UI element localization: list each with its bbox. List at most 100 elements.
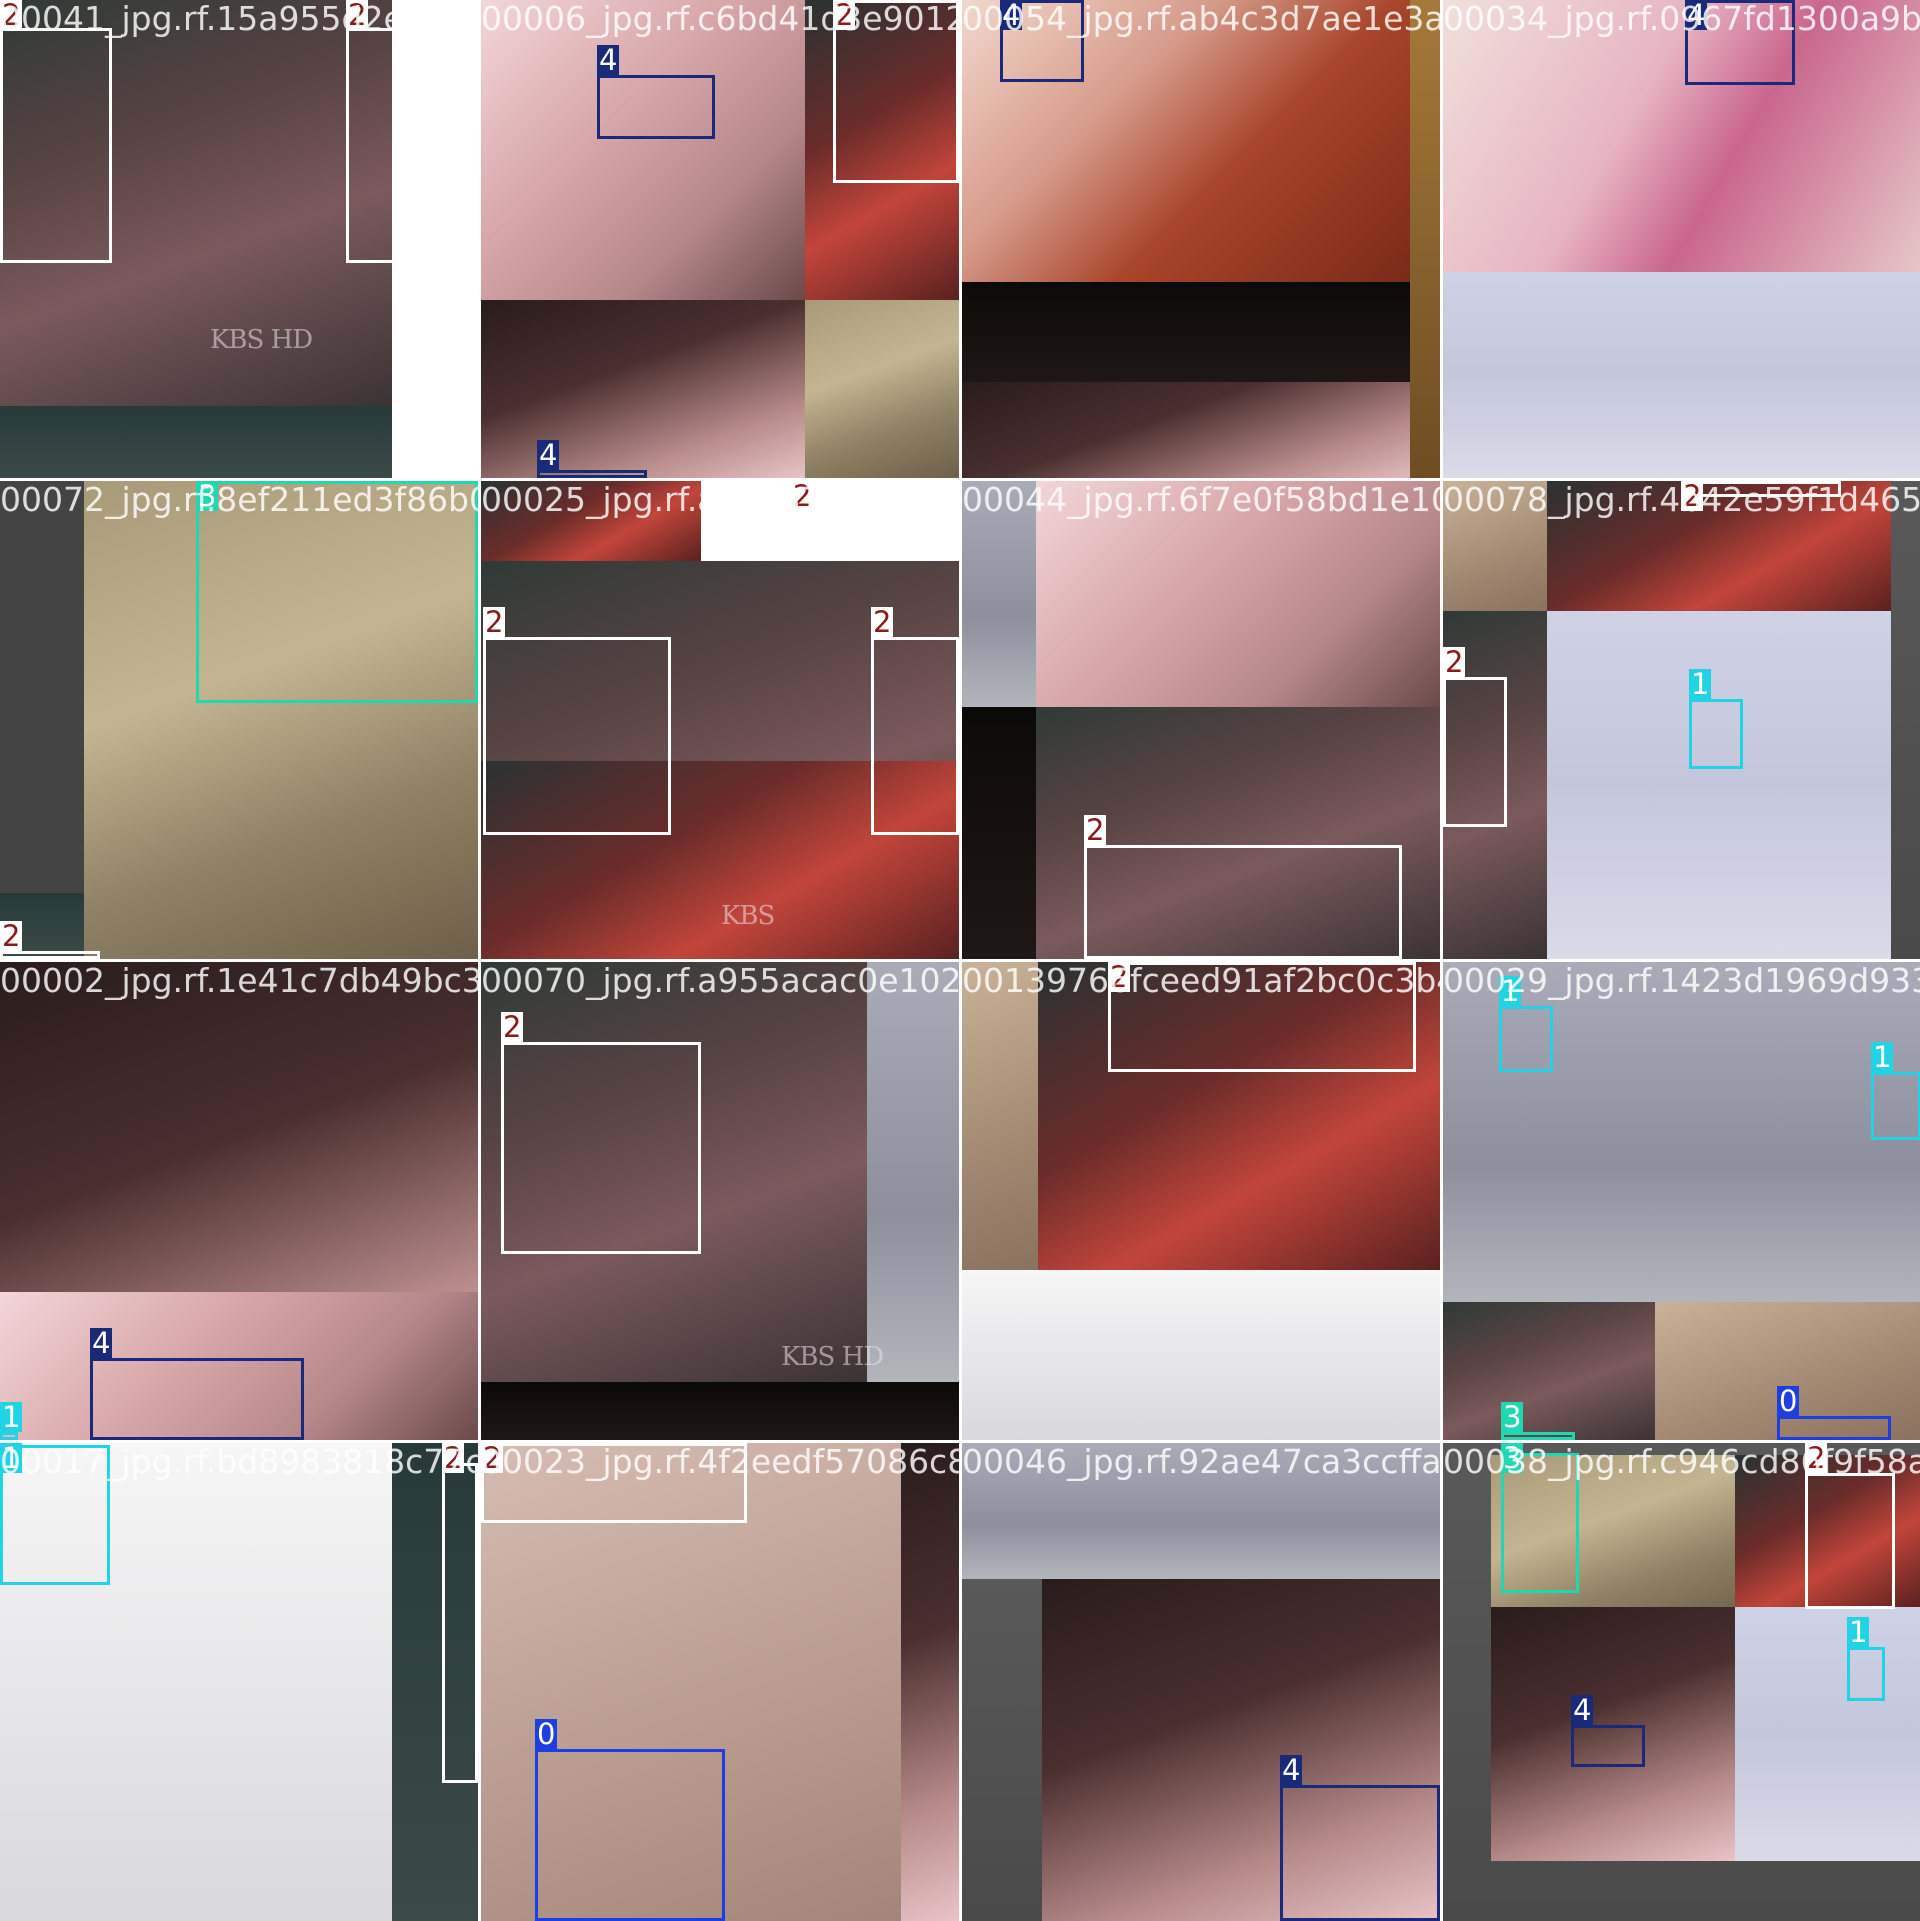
- bounding-box: [442, 1463, 478, 1783]
- bounding-box: [90, 1358, 304, 1440]
- mosaic-tile: KBS HD200070_jpg.rf.a955acac0e1025b01397…: [481, 962, 959, 1440]
- class-label: 3: [1501, 1443, 1524, 1475]
- mosaic-tile: 1200017_jpg.rf.bd8983818c77ca00623186ef4…: [0, 1443, 478, 1921]
- image-region-snow-grey: [867, 962, 959, 1382]
- bounding-box: [1571, 1725, 1645, 1767]
- bounding-box: [501, 1042, 701, 1254]
- image-region-black: [962, 707, 1036, 959]
- mosaic-tile: 200139766fceed91af2bc0c3b4291423d1969: [962, 962, 1440, 1440]
- image-region-coral-red: [481, 481, 701, 561]
- class-label: 0: [1777, 1384, 1800, 1418]
- image-region-orchid: [481, 0, 805, 300]
- bounding-box: [1689, 699, 1743, 769]
- class-label: 4: [537, 438, 560, 472]
- class-label: 2: [1805, 1443, 1828, 1475]
- class-label: 2: [346, 0, 369, 32]
- mosaic-tile: 321400038_jpg.rf.c946cd86f9f58aca5: [1443, 1443, 1920, 1921]
- mosaic-tile: KBS22200025_jpg.rf.a2be379d7ee2d6b0443e7…: [481, 481, 959, 959]
- bounding-box: [1443, 677, 1507, 827]
- image-region-snow-grey: [962, 1443, 1440, 1579]
- mosaic-tile: KBS HD2200041_jpg.rf.15a955d2e48f8aa006c…: [0, 0, 478, 478]
- class-label: 1: [1847, 1615, 1870, 1649]
- class-label: 1: [0, 1443, 23, 1475]
- bounding-box: [196, 481, 478, 703]
- bounding-box: [1847, 1647, 1885, 1701]
- bounding-box: [597, 75, 715, 139]
- image-region-orchid-close: [1443, 0, 1920, 272]
- mosaic-tile: 3200072_jpg.rf.8ef211ed3f86b00092ce48fa2…: [0, 481, 478, 959]
- bounding-box: [1777, 1416, 1891, 1440]
- class-label: 2: [1084, 813, 1107, 847]
- class-label: 2: [501, 1010, 524, 1044]
- broadcaster-watermark: KBS HD: [210, 325, 313, 355]
- image-region-coral-grey: [0, 406, 392, 478]
- bounding-box: [0, 28, 112, 263]
- bounding-box: [1805, 1473, 1895, 1609]
- bounding-box: [791, 481, 959, 521]
- class-label: 2: [871, 605, 894, 639]
- image-region-coral-dark: [1443, 1302, 1655, 1440]
- bounding-box: [1108, 962, 1416, 1072]
- class-label: 3: [1501, 1400, 1524, 1434]
- mosaic-tile: 400034_jpg.rf.0967fd1300a9b6ccd0f4e2a7: [1443, 0, 1920, 478]
- broadcaster-watermark: KBS HD: [781, 1342, 884, 1372]
- mosaic-tile: 42400006_jpg.rf.c6bd41d3e9012c88d1f59a3a…: [481, 0, 959, 478]
- class-label: 4: [597, 43, 620, 77]
- class-label: 4: [90, 1326, 113, 1360]
- class-label: 2: [1108, 962, 1131, 994]
- bounding-box: [871, 637, 959, 835]
- class-label: 4: [1280, 1753, 1303, 1787]
- class-label: 2: [483, 605, 506, 639]
- image-region-grey: [962, 1579, 1042, 1921]
- class-label: 3: [196, 481, 219, 513]
- class-label: 1: [1499, 974, 1522, 1008]
- bounding-box: [1871, 1072, 1920, 1140]
- image-region-sand: [962, 962, 1038, 1270]
- image-region-orchid: [1036, 481, 1440, 707]
- class-label: 2: [442, 1443, 465, 1475]
- class-label: 2: [481, 1443, 504, 1475]
- class-label: 2: [0, 919, 23, 953]
- bounding-box: [1681, 481, 1841, 497]
- mosaic-grid: KBS HD2200041_jpg.rf.15a955d2e48f8aa006c…: [0, 0, 1920, 1921]
- class-label: 2: [791, 481, 814, 513]
- bounding-box: [483, 637, 671, 835]
- image-region-snow-grey: [962, 481, 1036, 707]
- bounding-box: [346, 28, 478, 263]
- bounding-box: [1499, 1006, 1553, 1072]
- image-region-snow-white: [962, 1270, 1440, 1440]
- mosaic-tile: 21200078_jpg.rf.4b42e59f1d465a3c8e91d0a2…: [1443, 481, 1920, 959]
- mosaic-tile: 400046_jpg.rf.92ae47ca3ccffa90a09338c2b9…: [962, 1443, 1440, 1921]
- class-label: 1: [0, 1400, 23, 1434]
- image-region-grass: [805, 300, 959, 478]
- bounding-box: [1280, 1785, 1440, 1921]
- bounding-box: [481, 1443, 747, 1523]
- bounding-box: [535, 1749, 725, 1921]
- image-region-sand: [1443, 481, 1547, 611]
- image-region-snow-blue: [1443, 272, 1920, 478]
- image-region-black: [962, 282, 1410, 382]
- class-label: 1: [1689, 667, 1712, 701]
- class-label: 2: [833, 0, 856, 32]
- class-label: 4: [1000, 0, 1023, 32]
- image-region-snow-blue: [1735, 1607, 1920, 1861]
- class-label: 2: [1443, 645, 1466, 679]
- image-region-orchid-dark: [962, 382, 1440, 478]
- image-region-snow-blue: [1547, 611, 1891, 959]
- class-label: 0: [535, 1717, 558, 1751]
- image-region-dark-rock: [0, 481, 84, 959]
- mosaic-tile: 400054_jpg.rf.ab4c3d7ae1e3a0a5e921712c0b…: [962, 0, 1440, 478]
- image-region-grey: [1891, 481, 1920, 959]
- image-region-orchid-dark: [481, 300, 805, 478]
- class-label: 2: [0, 0, 23, 32]
- class-label: 4: [1685, 0, 1708, 32]
- broadcaster-watermark: KBS: [721, 901, 775, 931]
- mosaic-tile: 110300029_jpg.rf.1423d1969d933faf0e2c3: [1443, 962, 1920, 1440]
- bounding-box: [1084, 845, 1402, 959]
- image-region-orchid-dark: [901, 1443, 959, 1921]
- image-region-black: [481, 1382, 959, 1440]
- class-label: 4: [1571, 1693, 1594, 1727]
- mosaic-tile: 4100002_jpg.rf.1e41c7db49bc3e6070a109fa9…: [0, 962, 478, 1440]
- mosaic-tile: 200044_jpg.rf.6f7e0f58bd1e107bd0e4785f9a…: [962, 481, 1440, 959]
- class-label: 2: [1681, 481, 1704, 513]
